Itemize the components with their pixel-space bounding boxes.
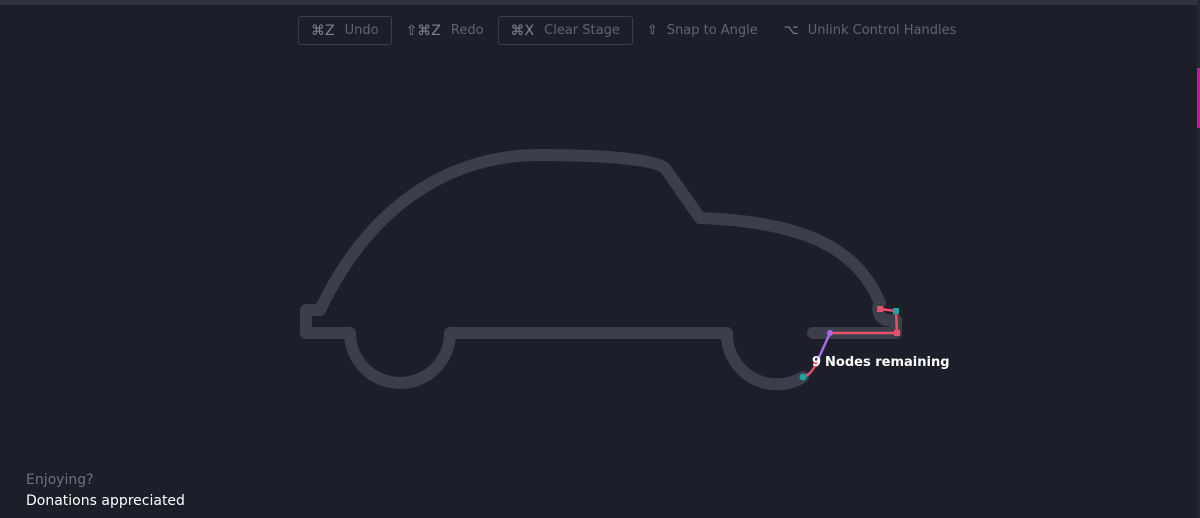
nodes-remaining-text: Nodes remaining bbox=[825, 355, 950, 370]
footer-donation: Enjoying? Donations appreciated bbox=[26, 470, 185, 511]
enjoying-text: Enjoying? bbox=[26, 472, 94, 488]
car-outline bbox=[300, 149, 902, 391]
node-handle[interactable] bbox=[893, 308, 899, 314]
drawing-stage[interactable] bbox=[0, 0, 1200, 518]
node-handle[interactable] bbox=[894, 330, 900, 336]
node-handle[interactable] bbox=[877, 306, 883, 312]
nodes-remaining-label: 9 Nodes remaining bbox=[812, 355, 950, 370]
donations-link[interactable]: Donations appreciated bbox=[26, 491, 185, 511]
node-handle[interactable] bbox=[799, 373, 807, 381]
node-handle[interactable] bbox=[827, 330, 833, 336]
nodes-remaining-count: 9 bbox=[812, 355, 822, 370]
